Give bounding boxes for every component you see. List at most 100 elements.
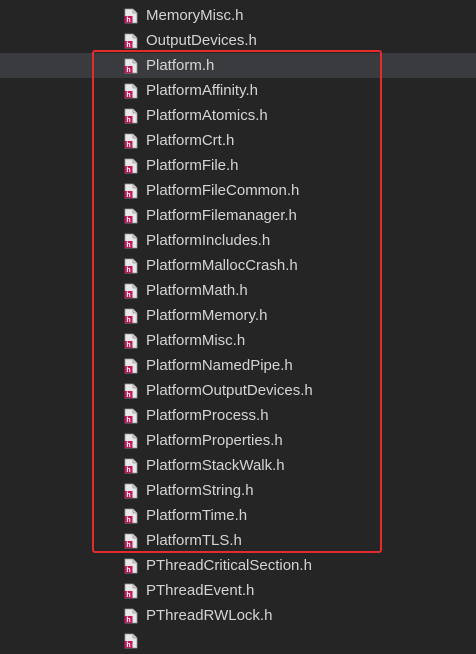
file-tree-item[interactable]: h PlatformCrt.h xyxy=(0,128,476,153)
svg-text:h: h xyxy=(126,42,130,49)
header-file-icon: h xyxy=(124,33,139,49)
file-name-label: PlatformProcess.h xyxy=(146,407,269,424)
file-name-label: PlatformMisc.h xyxy=(146,332,246,349)
header-file-icon: h xyxy=(124,8,139,24)
header-file-icon: h xyxy=(124,258,139,274)
header-file-icon: h xyxy=(124,308,139,324)
file-name-label: PThreadEvent.h xyxy=(146,582,255,599)
svg-text:h: h xyxy=(126,92,130,99)
header-file-icon: h xyxy=(124,583,139,599)
svg-text:h: h xyxy=(126,267,130,274)
file-tree-item[interactable]: h PThreadCriticalSection.h xyxy=(0,553,476,578)
file-name-label: PThreadRWLock.h xyxy=(146,607,273,624)
file-name-label: PlatformIncludes.h xyxy=(146,232,271,249)
svg-text:h: h xyxy=(126,242,130,249)
header-file-icon: h xyxy=(124,108,139,124)
svg-text:h: h xyxy=(126,142,130,149)
file-name-label: PlatformProperties.h xyxy=(146,432,283,449)
file-tree-item[interactable]: h PlatformTLS.h xyxy=(0,528,476,553)
header-file-icon: h xyxy=(124,183,139,199)
file-name-label: PlatformMemory.h xyxy=(146,307,268,324)
file-name-label: OutputDevices.h xyxy=(146,32,257,49)
file-tree-item[interactable]: h PlatformFilemanager.h xyxy=(0,203,476,228)
file-name-label: PlatformTLS.h xyxy=(146,532,242,549)
svg-text:h: h xyxy=(126,467,130,474)
svg-text:h: h xyxy=(126,342,130,349)
svg-text:h: h xyxy=(126,317,130,324)
header-file-icon: h xyxy=(124,58,139,74)
file-tree-item[interactable]: h PlatformMemory.h xyxy=(0,303,476,328)
file-tree-item[interactable]: h Platform.h xyxy=(0,53,476,78)
file-name-label: PlatformFile.h xyxy=(146,157,239,174)
file-name-label: PlatformMallocCrash.h xyxy=(146,257,298,274)
header-file-icon: h xyxy=(124,483,139,499)
header-file-icon: h xyxy=(124,433,139,449)
file-tree-item[interactable]: h PlatformStackWalk.h xyxy=(0,453,476,478)
file-tree-item[interactable]: h PlatformIncludes.h xyxy=(0,228,476,253)
header-file-icon: h xyxy=(124,358,139,374)
file-tree-item[interactable]: h PlatformOutputDevices.h xyxy=(0,378,476,403)
svg-text:h: h xyxy=(126,542,130,549)
header-file-icon: h xyxy=(124,83,139,99)
header-file-icon: h xyxy=(124,508,139,524)
svg-text:h: h xyxy=(126,442,130,449)
file-tree: h MemoryMisc.h h OutputDevices.h h Platf… xyxy=(0,3,476,653)
svg-text:h: h xyxy=(126,17,130,24)
svg-text:h: h xyxy=(126,517,130,524)
svg-text:h: h xyxy=(126,292,130,299)
svg-text:h: h xyxy=(126,192,130,199)
file-name-label: PThreadCriticalSection.h xyxy=(146,557,312,574)
file-name-label: PlatformCrt.h xyxy=(146,132,235,149)
svg-text:h: h xyxy=(126,217,130,224)
svg-text:h: h xyxy=(126,617,130,624)
file-tree-item[interactable]: h PlatformNamedPipe.h xyxy=(0,353,476,378)
file-name-label: PlatformOutputDevices.h xyxy=(146,382,313,399)
file-tree-item[interactable]: h PlatformFile.h xyxy=(0,153,476,178)
file-tree-item[interactable]: h PlatformMisc.h xyxy=(0,328,476,353)
header-file-icon: h xyxy=(124,133,139,149)
header-file-icon: h xyxy=(124,558,139,574)
header-file-icon: h xyxy=(124,408,139,424)
file-name-label: PlatformNamedPipe.h xyxy=(146,357,293,374)
svg-text:h: h xyxy=(126,417,130,424)
svg-text:h: h xyxy=(126,642,130,649)
svg-text:h: h xyxy=(126,117,130,124)
file-tree-item[interactable]: h PlatformMallocCrash.h xyxy=(0,253,476,278)
svg-text:h: h xyxy=(126,492,130,499)
file-tree-item[interactable]: h PlatformString.h xyxy=(0,478,476,503)
header-file-icon: h xyxy=(124,158,139,174)
file-name-label: PlatformAtomics.h xyxy=(146,107,268,124)
file-tree-item[interactable]: h PlatformAtomics.h xyxy=(0,103,476,128)
file-name-label: PlatformMath.h xyxy=(146,282,248,299)
file-name-label: PlatformStackWalk.h xyxy=(146,457,285,474)
header-file-icon: h xyxy=(124,233,139,249)
file-name-label: Platform.h xyxy=(146,57,215,74)
file-tree-item[interactable]: h PlatformMath.h xyxy=(0,278,476,303)
header-file-icon: h xyxy=(124,383,139,399)
file-tree-item[interactable]: h PlatformAffinity.h xyxy=(0,78,476,103)
svg-text:h: h xyxy=(126,167,130,174)
file-name-label: PlatformFileCommon.h xyxy=(146,182,300,199)
svg-text:h: h xyxy=(126,392,130,399)
header-file-icon: h xyxy=(124,458,139,474)
header-file-icon: h xyxy=(124,208,139,224)
svg-text:h: h xyxy=(126,567,130,574)
file-name-label: MemoryMisc.h xyxy=(146,7,244,24)
header-file-icon: h xyxy=(124,283,139,299)
header-file-icon: h xyxy=(124,533,139,549)
header-file-icon: h xyxy=(124,633,139,649)
svg-text:h: h xyxy=(126,67,130,74)
file-tree-item[interactable]: h PThreadEvent.h xyxy=(0,578,476,603)
file-tree-item[interactable]: h PlatformProcess.h xyxy=(0,403,476,428)
file-name-label: PlatformFilemanager.h xyxy=(146,207,297,224)
file-tree-item[interactable]: h PlatformTime.h xyxy=(0,503,476,528)
file-tree-item[interactable]: h PlatformFileCommon.h xyxy=(0,178,476,203)
file-tree-item-partial[interactable]: h xyxy=(0,628,476,653)
file-tree-item[interactable]: h PlatformProperties.h xyxy=(0,428,476,453)
file-name-label: PlatformTime.h xyxy=(146,507,248,524)
file-tree-item[interactable]: h OutputDevices.h xyxy=(0,28,476,53)
file-tree-item[interactable]: h MemoryMisc.h xyxy=(0,3,476,28)
header-file-icon: h xyxy=(124,333,139,349)
file-name-label: PlatformAffinity.h xyxy=(146,82,258,99)
file-tree-item[interactable]: h PThreadRWLock.h xyxy=(0,603,476,628)
